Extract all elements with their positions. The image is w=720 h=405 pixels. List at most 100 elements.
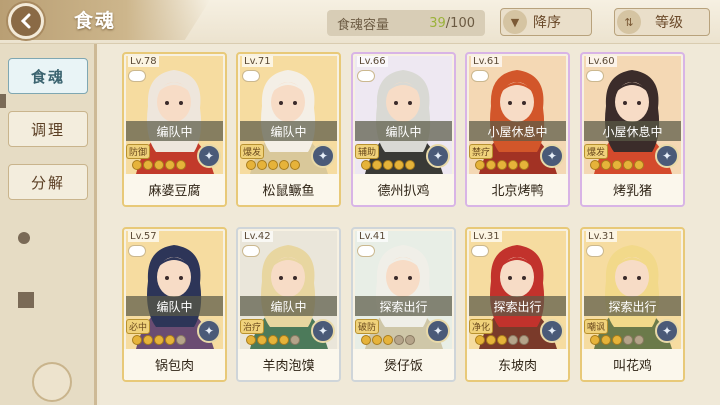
card-stars: [590, 335, 644, 345]
food-soul-card[interactable]: Lv.78 编队中防御 ✦ 麻婆豆腐: [122, 52, 227, 207]
star-icon: [601, 160, 611, 170]
star-icon: [612, 160, 622, 170]
star-icon: [519, 160, 529, 170]
sidebar: 食魂 调理 分解: [0, 44, 97, 405]
card-stars: [246, 335, 300, 345]
card-level: Lv.71: [242, 56, 273, 67]
bubble-icon: [357, 245, 375, 257]
food-soul-card[interactable]: Lv.60 小屋休息中 爆发 ✦ 烤乳猪: [580, 52, 685, 207]
star-icon: [508, 335, 518, 345]
star-icon: [590, 335, 600, 345]
element-badge-icon: ✦: [655, 144, 679, 168]
star-icon: [279, 160, 289, 170]
food-soul-card[interactable]: Lv.66 编队中 辅助 ✦ 德州扒鸡: [351, 52, 456, 207]
card-status: 小屋休息中: [584, 121, 681, 141]
star-icon: [394, 335, 404, 345]
food-soul-card[interactable]: Lv.61 小屋休息中 禁疗 ✦ 北京烤鸭: [465, 52, 570, 207]
tab-cooking[interactable]: 调理: [8, 111, 88, 147]
card-name: 麻婆豆腐: [124, 174, 225, 205]
card-level: Lv.31: [586, 231, 617, 242]
element-badge-icon: ✦: [311, 144, 335, 168]
tab-decompose[interactable]: 分解: [8, 164, 88, 200]
star-icon: [132, 160, 142, 170]
card-name: 叫花鸡: [582, 349, 683, 380]
back-button[interactable]: [8, 3, 44, 39]
star-icon: [361, 335, 371, 345]
card-stars: [361, 160, 415, 170]
tab-label: 食魂: [30, 67, 65, 86]
card-level: Lv.78: [128, 56, 159, 67]
card-status: 探索出行: [469, 296, 566, 316]
card-name: 羊肉泡馍: [238, 349, 339, 380]
element-badge-icon: ✦: [655, 319, 679, 343]
bubble-icon: [471, 245, 489, 257]
star-icon: [246, 160, 256, 170]
bubble-icon: [242, 70, 260, 82]
star-icon: [176, 160, 186, 170]
sidebar-ornament: [32, 362, 72, 402]
page-title: 食魂: [74, 10, 117, 32]
card-status: 探索出行: [584, 296, 681, 316]
star-icon: [383, 160, 393, 170]
star-icon: [405, 335, 415, 345]
element-badge-icon: ✦: [426, 319, 450, 343]
star-icon: [290, 335, 300, 345]
card-level: Lv.41: [357, 231, 388, 242]
element-badge-icon: ✦: [197, 144, 221, 168]
star-icon: [372, 335, 382, 345]
capacity-display: 食魂容量 39 /100: [327, 10, 485, 36]
bubble-icon: [471, 70, 489, 82]
sort-by-button[interactable]: ⇅ 等级: [614, 8, 710, 36]
food-soul-card[interactable]: Lv.31 探索出行 嘲讽 ✦ 叫花鸡: [580, 227, 685, 382]
tab-label: 调理: [30, 120, 65, 139]
sort-arrows-icon: ⇅: [617, 10, 641, 34]
card-role-tag: 防御: [126, 144, 150, 159]
card-name: 松鼠鳜鱼: [238, 174, 339, 205]
star-icon: [143, 160, 153, 170]
tab-food-souls[interactable]: 食魂: [8, 58, 88, 94]
food-soul-grid: Lv.78 编队中防御 ✦ 麻婆豆腐 Lv.71 编队中爆发 ✦ 松鼠鳜鱼 Lv.66 编队中 辅助…: [100, 44, 720, 405]
sort-order-button[interactable]: ▼ 降序: [500, 8, 592, 36]
food-soul-card[interactable]: Lv.57 编队中 必中 ✦ 锅包肉: [122, 227, 227, 382]
top-bar: 食魂 食魂容量 39 /100 ▼ 降序 ⇅ 等级: [0, 0, 720, 44]
decor-square: [18, 292, 34, 308]
card-role-tag: 辅助: [355, 144, 379, 159]
card-name: 煲仔饭: [353, 349, 454, 380]
card-stars: [132, 335, 186, 345]
sort-order-icon: ▼: [503, 10, 527, 34]
capacity-label: 食魂容量: [337, 17, 390, 33]
bubble-icon: [357, 70, 375, 82]
card-stars: [475, 160, 529, 170]
star-icon: [143, 335, 153, 345]
star-icon: [383, 335, 393, 345]
star-icon: [372, 160, 382, 170]
card-level: Lv.60: [586, 56, 617, 67]
capacity-current: 39: [429, 15, 446, 31]
star-icon: [165, 335, 175, 345]
sort-by-label: 等级: [655, 15, 683, 31]
element-badge-icon: ✦: [540, 319, 564, 343]
card-role-tag: 破防: [355, 319, 379, 334]
card-level: Lv.42: [242, 231, 273, 242]
bubble-icon: [242, 245, 260, 257]
back-arrow-icon: [20, 13, 31, 29]
card-status: 小屋休息中: [469, 121, 566, 141]
food-soul-card[interactable]: Lv.42 编队中 治疗 ✦ 羊肉泡馍: [236, 227, 341, 382]
capacity-max: /100: [445, 15, 475, 31]
star-icon: [268, 160, 278, 170]
card-name: 东坡肉: [467, 349, 568, 380]
card-role-tag: 净化: [469, 319, 493, 334]
card-level: Lv.31: [471, 231, 502, 242]
food-soul-card[interactable]: Lv.71 编队中 爆发 ✦ 松鼠鳜鱼: [236, 52, 341, 207]
card-stars: [475, 335, 529, 345]
food-soul-card[interactable]: Lv.31 探索出行净化 ✦ 东坡肉: [465, 227, 570, 382]
card-role-tag: 爆发: [584, 144, 608, 159]
bubble-icon: [128, 70, 146, 82]
card-status: 编队中: [126, 121, 223, 141]
bubble-icon: [586, 245, 604, 257]
star-icon: [268, 335, 278, 345]
star-icon: [165, 160, 175, 170]
star-icon: [497, 335, 507, 345]
star-icon: [176, 335, 186, 345]
food-soul-card[interactable]: Lv.41 探索出行 破防 ✦ 煲仔饭: [351, 227, 456, 382]
